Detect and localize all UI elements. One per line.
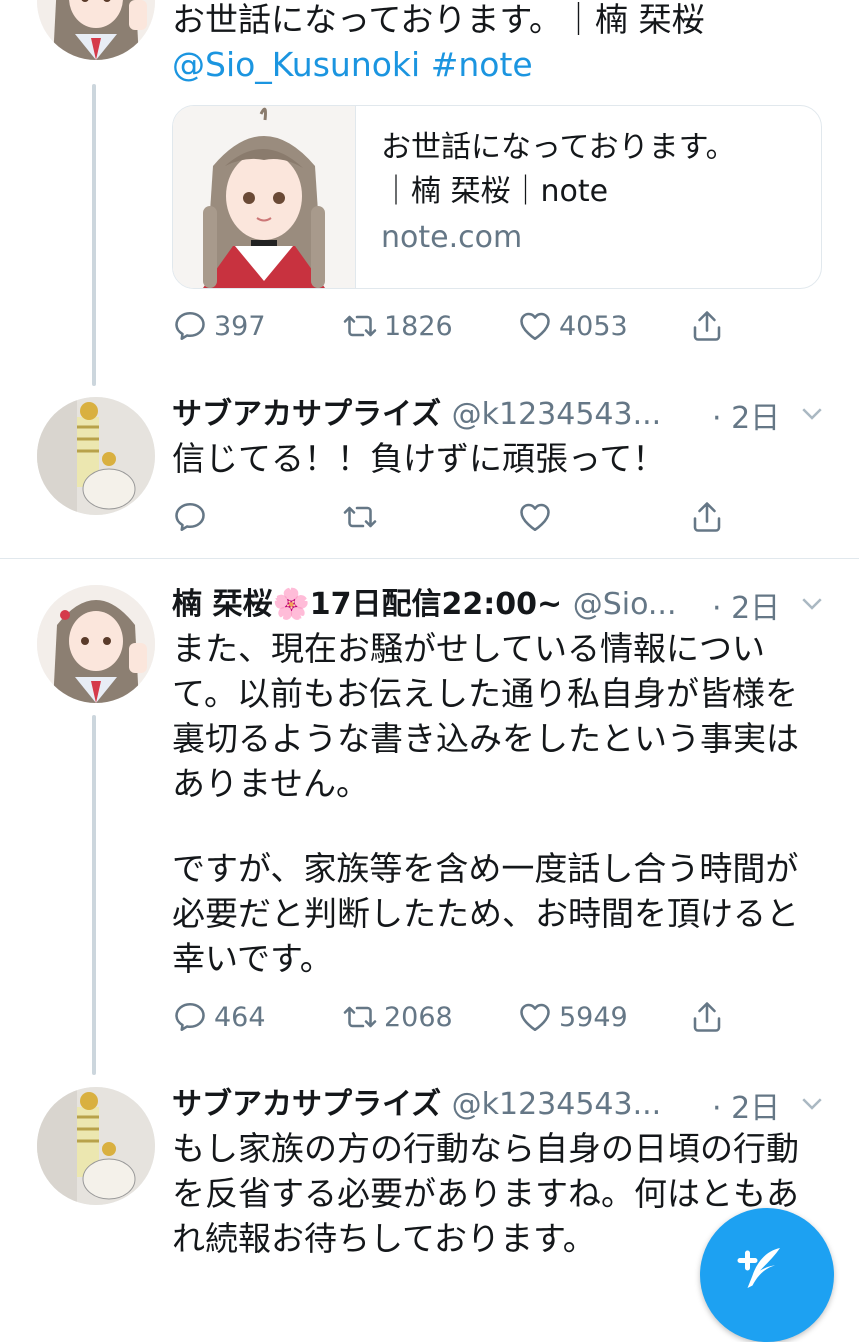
tweet-header: 楠 栞桜🌸17日配信22:00~ @Sio... xyxy=(172,580,677,627)
share-icon xyxy=(693,1002,721,1032)
user-handle[interactable]: @k1234543... xyxy=(452,397,662,432)
user-handle[interactable]: @k1234543... xyxy=(452,1087,662,1122)
retweet-icon xyxy=(343,1006,377,1028)
reply-button[interactable]: 464 xyxy=(172,997,266,1037)
avatar[interactable] xyxy=(37,0,155,60)
retweet-count: 2068 xyxy=(384,1001,453,1033)
chevron-down-icon[interactable] xyxy=(797,588,827,618)
compose-icon xyxy=(737,1248,780,1288)
avatar[interactable] xyxy=(37,1087,155,1205)
share-icon xyxy=(693,311,721,341)
like-icon xyxy=(520,503,550,532)
like-count: 5949 xyxy=(559,1001,628,1033)
tweet-actions: 397 1826 4053 xyxy=(172,306,732,346)
like-icon xyxy=(520,1003,550,1032)
chevron-down-icon[interactable] xyxy=(797,398,827,428)
display-name[interactable]: サブアカサプライズ xyxy=(172,1087,441,1122)
timestamp[interactable]: · 2日 xyxy=(712,393,780,437)
tweet-actions: 464 2068 5949 xyxy=(172,997,732,1037)
tweet-header: サブアカサプライズ @k1234543... xyxy=(172,1080,661,1127)
retweet-count: 1826 xyxy=(384,310,453,342)
chevron-down-icon[interactable] xyxy=(797,1088,827,1118)
share-button[interactable] xyxy=(689,497,725,537)
timestamp[interactable]: · 2日 xyxy=(712,1083,780,1127)
retweet-icon xyxy=(343,315,377,337)
share-button[interactable] xyxy=(689,997,725,1037)
retweet-button[interactable] xyxy=(342,497,378,537)
compose-button[interactable] xyxy=(700,1208,834,1342)
tweet-text: お世話になっております。｜楠 栞桜 xyxy=(172,0,705,39)
reply-icon xyxy=(175,311,205,341)
like-icon xyxy=(520,312,550,341)
reply-count: 397 xyxy=(214,310,266,342)
share-button[interactable] xyxy=(689,306,725,346)
display-name[interactable]: 楠 栞桜🌸17日配信22:00~ xyxy=(172,587,562,622)
tweet-actions xyxy=(172,497,732,537)
share-icon xyxy=(693,502,721,532)
link-card[interactable]: お世話になっております。 ｜楠 栞桜｜note note.com xyxy=(172,105,822,289)
reply-button[interactable]: 397 xyxy=(172,306,266,346)
mention-link[interactable]: @Sio_Kusunoki xyxy=(172,45,420,84)
retweet-button[interactable]: 1826 xyxy=(342,306,453,346)
hashtag-link[interactable]: #note xyxy=(431,45,533,84)
avatar[interactable] xyxy=(37,397,155,515)
card-title: お世話になっております。 ｜楠 栞桜｜note xyxy=(381,130,736,209)
card-domain: note.com xyxy=(381,220,523,255)
reply-button[interactable] xyxy=(172,497,208,537)
divider xyxy=(0,558,859,559)
reply-count: 464 xyxy=(214,1001,266,1033)
thread-line xyxy=(92,715,96,1075)
tweet-text: ですが、家族等を含め一度話し合う時間が必要だと判断したため、お時間を頂けると幸い… xyxy=(172,849,799,978)
thread-line xyxy=(92,84,96,386)
timestamp[interactable]: · 2日 xyxy=(712,583,780,627)
tweet-text: 信じてる！！負けずに頑張って！ xyxy=(172,439,666,478)
user-handle[interactable]: @Sio... xyxy=(573,587,677,622)
like-button[interactable]: 4053 xyxy=(517,306,628,346)
reply-icon xyxy=(175,502,205,532)
like-button[interactable] xyxy=(517,497,553,537)
avatar[interactable] xyxy=(37,585,155,703)
retweet-icon xyxy=(343,506,377,528)
retweet-button[interactable]: 2068 xyxy=(342,997,453,1037)
card-image xyxy=(173,106,356,288)
tweet-links: @Sio_Kusunoki #note xyxy=(172,42,533,87)
like-count: 4053 xyxy=(559,310,628,342)
reply-icon xyxy=(175,1002,205,1032)
tweet-header: サブアカサプライズ @k1234543... xyxy=(172,390,661,437)
tweet-text: また、現在お騒がせしている情報について。以前もお伝えした通り私自身が皆様を裏切る… xyxy=(172,629,799,803)
like-button[interactable]: 5949 xyxy=(517,997,628,1037)
display-name[interactable]: サブアカサプライズ xyxy=(172,397,441,432)
